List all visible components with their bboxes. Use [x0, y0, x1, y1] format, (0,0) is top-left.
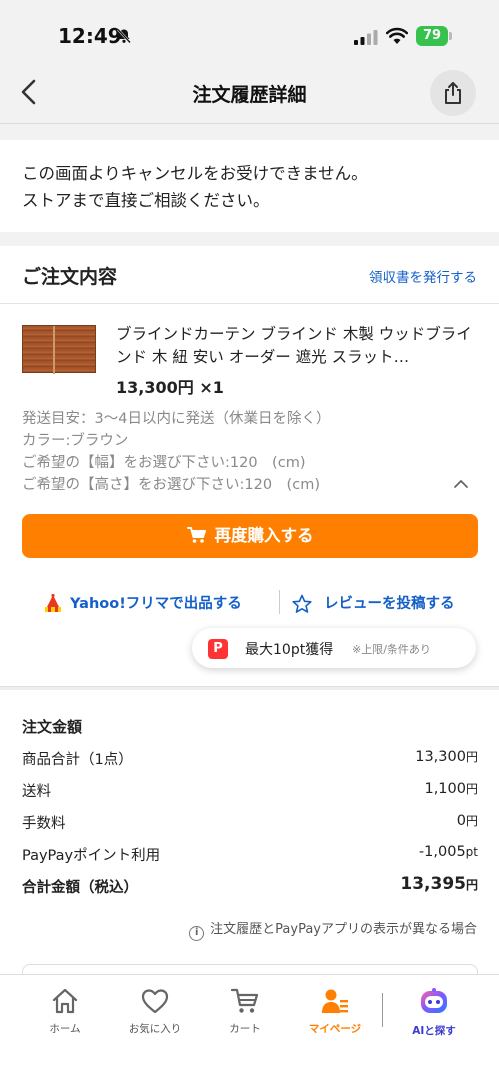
section-gap	[0, 686, 499, 690]
summary-label: 手数料	[22, 816, 66, 832]
battery-level: 79	[416, 26, 448, 46]
summary-value: -1,005pt	[418, 844, 478, 860]
order-section-title: ご注文内容	[22, 266, 118, 288]
product-color: カラー:ブラウン	[22, 433, 129, 449]
rebuy-button[interactable]: 再度購入する	[22, 514, 478, 558]
collapse-button[interactable]	[450, 474, 472, 492]
tab-divider	[382, 993, 383, 1027]
tab-ai-search[interactable]: AIと探す	[389, 987, 479, 1047]
status-bar: 12:49 79	[0, 0, 499, 60]
issue-receipt-link[interactable]: 領収書を発行する	[369, 266, 477, 286]
summary-label: 送料	[22, 784, 51, 800]
heart-icon	[141, 989, 169, 1014]
tab-cart[interactable]: カート	[200, 987, 290, 1047]
summary-total-value: 13,395円	[400, 874, 478, 894]
summary-title: 注文金額	[22, 718, 83, 736]
info-note-text: 注文履歴とPayPayアプリの表示が異なる場合	[210, 922, 477, 937]
points-popover: P 最大10pt獲得 ※上限/条件あり	[192, 628, 476, 668]
summary-row-fee: 手数料 0円	[22, 812, 478, 834]
order-section-header: ご注文内容 領収書を発行する	[0, 246, 499, 304]
bell-muted-icon	[117, 28, 131, 44]
product-height: ご希望の【高さ】をお選び下さい:120 (cm)	[22, 477, 320, 493]
product-width: ご希望の【幅】をお選び下さい:120 (cm)	[22, 455, 306, 471]
action-row: Yahoo!フリマで出品する レビューを投稿する	[0, 586, 499, 620]
section-gap	[0, 124, 499, 140]
home-icon	[52, 988, 78, 1014]
summary-label: PayPayポイント利用	[22, 848, 161, 864]
product-price: 13,300円 ×1	[116, 378, 224, 397]
summary-label: 商品合計（1点）	[22, 752, 133, 768]
chevron-up-icon	[454, 480, 468, 488]
tab-favorites[interactable]: お気に入り	[110, 987, 200, 1047]
battery-tip	[449, 32, 452, 40]
summary-label: 合計金額（税込）	[22, 880, 138, 896]
points-note: ※上限/条件あり	[352, 643, 431, 656]
display-difference-note[interactable]: i 注文履歴とPayPayアプリの表示が異なる場合	[189, 918, 477, 941]
shipping-estimate: 発送目安：3～4日以内に発送（休業日を除く）	[22, 411, 331, 427]
cart-icon	[230, 988, 259, 1013]
tab-label: お気に入り	[128, 1023, 182, 1035]
wifi-icon	[386, 27, 408, 44]
summary-value: 1,100円	[424, 781, 478, 797]
summary-value: 0円	[456, 813, 478, 829]
cancel-notice: この画面よりキャンセルをお受けできません。 ストアまで直接ご相談ください。	[0, 140, 499, 232]
paypay-icon: P	[208, 639, 228, 659]
status-time: 12:49	[58, 24, 122, 48]
share-button[interactable]	[430, 70, 476, 116]
notice-line-2: ストアまで直接ご相談ください。	[22, 191, 270, 210]
thumbnail-cord	[53, 326, 55, 374]
tab-mypage[interactable]: マイページ	[290, 987, 380, 1047]
action-divider	[279, 590, 280, 614]
app-header: 注文履歴詳細	[0, 60, 499, 124]
tab-label: AIと探す	[412, 1025, 456, 1037]
star-icon	[292, 594, 312, 613]
section-gap	[0, 232, 499, 246]
tab-label: カート	[229, 1023, 261, 1035]
user-icon	[322, 989, 348, 1013]
summary-row-shipping: 送料 1,100円	[22, 780, 478, 802]
summary-value: 13,300円	[415, 749, 478, 765]
summary-row-points: PayPayポイント利用 -1,005pt	[22, 844, 478, 866]
info-icon: i	[189, 926, 205, 941]
summary-row-total: 合計金額（税込） 13,395円	[22, 874, 478, 898]
ai-robot-icon	[421, 988, 447, 1013]
battery-icon: 79	[416, 26, 452, 46]
cart-icon	[186, 527, 206, 543]
sell-on-flea-market-link[interactable]: Yahoo!フリマで出品する	[70, 592, 242, 613]
page-title: 注文履歴詳細	[192, 84, 307, 106]
summary-row-subtotal: 商品合計（1点） 13,300円	[22, 748, 478, 770]
rebuy-label: 再度購入する	[214, 526, 314, 545]
points-text: 最大10pt獲得	[245, 642, 334, 658]
post-review-link[interactable]: レビューを投稿する	[324, 592, 455, 613]
notice-line-1: この画面よりキャンセルをお受けできません。	[22, 164, 368, 183]
product-thumbnail[interactable]	[22, 325, 96, 374]
tab-label: マイページ	[308, 1023, 362, 1035]
tab-home[interactable]: ホーム	[20, 987, 110, 1047]
share-icon	[445, 82, 461, 104]
product-title[interactable]: ブラインドカーテン ブラインド 木製 ウッドブラインド 木 紐 安い オーダー …	[116, 323, 478, 369]
signal-icon	[354, 30, 378, 45]
tab-label: ホーム	[49, 1023, 81, 1035]
bottom-tab-bar: ホーム お気に入り カート マイページ AIと探す	[0, 974, 499, 1080]
flea-market-icon	[45, 593, 61, 612]
